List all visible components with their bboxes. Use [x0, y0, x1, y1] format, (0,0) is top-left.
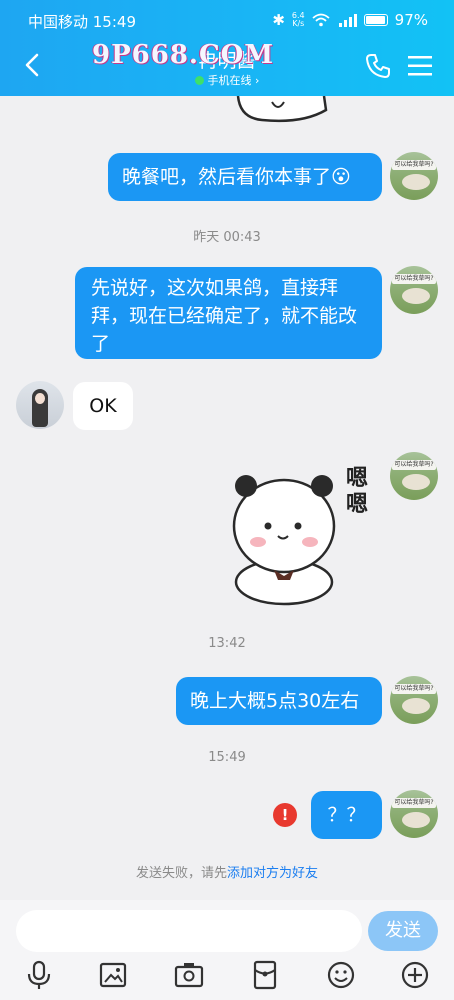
- avatar-sign-text: 可以给我草吗?: [392, 460, 436, 470]
- message-bubble-me[interactable]: 晚餐吧，然后看你本事了😮: [108, 153, 382, 201]
- emoji-icon[interactable]: [326, 960, 356, 990]
- avatar-sign-text: 可以给我草吗?: [392, 274, 436, 284]
- avatar-contact[interactable]: [16, 381, 64, 429]
- battery-level: 97%: [394, 11, 428, 29]
- send-failed-icon[interactable]: !: [273, 803, 297, 827]
- notice-text: 发送失败，请先: [135, 866, 227, 881]
- watermark: 9P668.COM: [92, 40, 275, 70]
- avatar-me[interactable]: 可以给我草吗?: [390, 266, 438, 314]
- message-text: 先说好，这次如果鸽，直接拜拜，现在已经确定了，就不能改了: [91, 277, 358, 355]
- net-speed-unit: K/s: [292, 19, 305, 28]
- message-text: ？？: [327, 804, 366, 826]
- panda-sticker[interactable]: 嗯嗯: [228, 466, 382, 608]
- sheep-image: [402, 174, 430, 190]
- image-icon[interactable]: [98, 960, 128, 990]
- message-text: OK: [89, 395, 117, 417]
- contact-face: [35, 393, 45, 404]
- plus-icon[interactable]: [400, 960, 430, 990]
- status-bar: 中国移动 15:49 ✱ 6.4 K/s 97%: [0, 0, 454, 40]
- timestamp: 13:42: [208, 636, 246, 651]
- status-icons: ✱ 6.4 K/s 97%: [272, 11, 428, 29]
- add-friend-link[interactable]: 添加对方为好友: [227, 866, 318, 881]
- carrier-time: 中国移动 15:49: [28, 13, 136, 31]
- avatar-me[interactable]: 可以给我草吗?: [390, 676, 438, 724]
- avatar-sign-text: 可以给我草吗?: [392, 798, 436, 808]
- sheep-image: [402, 698, 430, 714]
- avatar-me[interactable]: 可以给我草吗?: [390, 790, 438, 838]
- camera-icon[interactable]: [174, 960, 204, 990]
- mic-icon[interactable]: [24, 960, 54, 990]
- panda-sticker-partial[interactable]: [232, 96, 332, 126]
- avatar-me[interactable]: 可以给我草吗?: [390, 152, 438, 200]
- timestamp: 15:49: [208, 750, 246, 765]
- message-bubble-me[interactable]: ？？: [311, 791, 382, 839]
- avatar-sign-text: 可以给我草吗?: [392, 684, 436, 694]
- sticker-text: 嗯嗯: [346, 466, 369, 517]
- red-packet-icon[interactable]: [250, 960, 280, 990]
- wifi-icon: [312, 13, 330, 27]
- message-text: 晚上大概5点30左右: [190, 690, 360, 712]
- send-failed-notice: 发送失败，请先添加对方为好友: [0, 862, 454, 881]
- battery-icon: [363, 14, 388, 26]
- message-bubble-them[interactable]: OK: [73, 382, 133, 430]
- panda-icon: [232, 475, 336, 606]
- sheep-image: [402, 288, 430, 304]
- message-text: 晚餐吧，然后看你本事了😮: [122, 166, 351, 188]
- signal-icon: [338, 14, 357, 27]
- sheep-image: [402, 474, 430, 490]
- message-bubble-me[interactable]: 先说好，这次如果鸽，直接拜拜，现在已经确定了，就不能改了: [75, 267, 382, 359]
- chat-header: 中国移动 15:49 ✱ 6.4 K/s 97% 冉明酱 手机在线 › 9P66…: [0, 0, 454, 96]
- online-dot-icon: [194, 76, 204, 85]
- avatar-sign-text: 可以给我草吗?: [392, 160, 436, 170]
- input-bar: 发送: [0, 900, 454, 1000]
- bluetooth-icon: ✱: [272, 11, 285, 29]
- timestamp: 昨天 00:43: [193, 230, 261, 245]
- message-bubble-me[interactable]: 晚上大概5点30左右: [176, 677, 382, 725]
- sheep-image: [402, 812, 430, 828]
- phone-call-icon[interactable]: [364, 52, 392, 80]
- send-button[interactable]: 发送: [368, 911, 438, 951]
- menu-icon[interactable]: [408, 55, 432, 77]
- message-input[interactable]: [16, 910, 362, 952]
- online-status-label: 手机在线 ›: [207, 74, 260, 87]
- avatar-me[interactable]: 可以给我草吗?: [390, 452, 438, 500]
- net-speed: 6.4 K/s: [292, 12, 305, 28]
